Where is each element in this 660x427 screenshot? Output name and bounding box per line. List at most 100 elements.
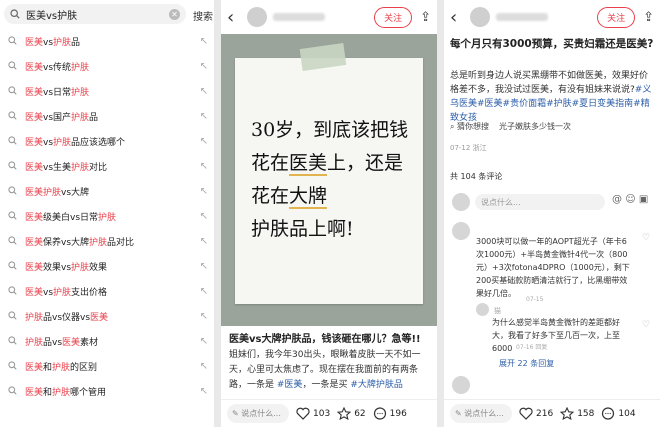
back-icon[interactable]: ‹ — [227, 7, 241, 28]
suggestion-item[interactable]: 医美vs国产护肤品 ↖ — [0, 104, 214, 129]
comment-count: 196 — [389, 408, 407, 419]
suggestion-text: 医美和护肤的区别 — [25, 363, 98, 373]
action-bar: ✎ 说点什么... 103 62 196 — [221, 399, 437, 427]
like-count: 216 — [536, 408, 554, 419]
follow-button[interactable]: 关注 — [597, 6, 636, 28]
suggestion-item[interactable]: 护肤品vs医美素材 ↖ — [0, 329, 214, 354]
reply-meta: 07-16 回复 — [516, 344, 548, 351]
post-panel-1: ‹ 关注 ⇪ 30岁，到底该把钱 花在医美上，还是 花在大牌 护肤品上啊! 医美… — [221, 0, 437, 427]
suggestion-item[interactable]: 医美护肤vs大牌 ↖ — [0, 179, 214, 204]
related-search-label[interactable]: ⌕ 猜你想搜 — [450, 121, 489, 132]
fill-arrow-icon[interactable]: ↖ — [200, 161, 208, 172]
suggestion-item[interactable]: 医美和护肤哪个管用 ↖ — [0, 379, 214, 404]
avatar[interactable] — [247, 7, 267, 27]
fill-arrow-icon[interactable]: ↖ — [200, 311, 208, 322]
search-icon — [8, 110, 17, 123]
fill-arrow-icon[interactable]: ↖ — [200, 136, 208, 147]
suggestion-text: 护肤品vs仪器vs医美 — [25, 313, 109, 323]
suggestion-list: 医美vs护肤品 ↖ 医美vs传统护肤 ↖ 医美vs日常护肤 ↖ 医美vs国产护肤品 ↖ 医美vs… — [0, 29, 214, 404]
heart-icon[interactable]: ♡ — [642, 233, 650, 243]
search-icon — [8, 385, 17, 398]
suggestion-text: 医美vs护肤支出价格 — [25, 288, 108, 298]
suggestion-item[interactable]: 医美vs护肤品 ↖ — [0, 29, 214, 54]
suggestion-item[interactable]: 医美和护肤的区别 ↖ — [0, 354, 214, 379]
collect-button[interactable]: 158 — [560, 407, 594, 420]
search-icon — [8, 310, 17, 323]
suggestion-item[interactable]: 医美级美白vs日常护肤 ↖ — [0, 204, 214, 229]
pen-icon: ✎ — [232, 409, 239, 418]
back-icon[interactable]: ‹ — [450, 7, 464, 28]
suggestion-item[interactable]: 医美vs生美护肤对比 ↖ — [0, 154, 214, 179]
suggestion-text: 护肤品vs医美素材 — [25, 338, 99, 348]
share-icon[interactable]: ⇪ — [420, 10, 431, 25]
fill-arrow-icon[interactable]: ↖ — [200, 361, 208, 372]
search-input[interactable]: 医美vs护肤 — [26, 7, 169, 22]
like-button[interactable]: 216 — [519, 407, 553, 420]
fill-arrow-icon[interactable]: ↖ — [200, 286, 208, 297]
suggestion-item[interactable]: 医美vs护肤品应该选哪个 ↖ — [0, 129, 214, 154]
username-blurred[interactable] — [496, 13, 548, 21]
hashtag-link[interactable]: #大牌护肤品 — [350, 380, 403, 390]
avatar[interactable] — [452, 222, 470, 240]
fill-arrow-icon[interactable]: ↖ — [200, 386, 208, 397]
clear-icon[interactable]: ✕ — [169, 8, 180, 20]
heart-icon[interactable]: ♡ — [642, 320, 650, 330]
fill-arrow-icon[interactable]: ↖ — [200, 261, 208, 272]
fill-arrow-icon[interactable]: ↖ — [200, 336, 208, 347]
comment-button[interactable]: 104 — [601, 407, 636, 420]
comment-input[interactable]: ✎ 说点什么... — [450, 404, 512, 423]
fill-arrow-icon[interactable]: ↖ — [200, 36, 208, 47]
username-blurred[interactable] — [273, 13, 325, 21]
comment-count: 104 — [618, 408, 636, 419]
suggestion-item[interactable]: 医美vs传统护肤 ↖ — [0, 54, 214, 79]
related-search-label-text: 猜你想搜 — [457, 122, 490, 131]
hashtag-link[interactable]: #医美 — [277, 380, 303, 390]
fill-arrow-icon[interactable]: ↖ — [200, 111, 208, 122]
suggestion-text: 医美和护肤哪个管用 — [25, 388, 107, 398]
post-image[interactable]: 30岁，到底该把钱 花在医美上，还是 花在大牌 护肤品上啊! — [221, 34, 437, 326]
share-icon[interactable]: ⇪ — [643, 10, 654, 25]
star-icon — [560, 407, 575, 420]
reply-text: 为什么感觉半岛黄金微针的差距都好大，我看了好多下至几百一次，上至6000 — [492, 318, 620, 353]
suggestion-text: 医美vs传统护肤 — [25, 63, 90, 73]
avatar[interactable] — [470, 7, 490, 27]
avatar[interactable] — [452, 376, 470, 394]
fill-arrow-icon[interactable]: ↖ — [200, 186, 208, 197]
comment-button[interactable]: 196 — [373, 407, 407, 420]
search-icon — [10, 9, 20, 19]
search-icon — [8, 260, 17, 273]
suggestion-text: 医美vs生美护肤对比 — [25, 163, 108, 173]
fill-arrow-icon[interactable]: ↖ — [200, 61, 208, 72]
suggestion-item[interactable]: 医美vs护肤支出价格 ↖ — [0, 279, 214, 304]
suggestion-item[interactable]: 医美效果vs护肤效果 ↖ — [0, 254, 214, 279]
image-text: 30岁，到底该把钱 花在医美上，还是 花在大牌 护肤品上啊! — [251, 114, 421, 246]
search-bar[interactable]: 医美vs护肤 ✕ — [4, 4, 186, 24]
collect-button[interactable]: 62 — [337, 407, 366, 420]
follow-button[interactable]: 关注 — [374, 6, 413, 28]
image-icon[interactable]: ▣ — [639, 194, 648, 205]
comment-meta: 07-15 — [526, 296, 544, 303]
at-icon[interactable]: @ — [612, 194, 622, 205]
post-title: 每个月只有3000预算，买贵妇霜还是医美? — [450, 38, 654, 50]
post-body-text: 总是听到身边人说买黑绷带不如做医美，效果好价格差不多，我没试过医美，有没有姐妹来… — [450, 71, 649, 95]
like-button[interactable]: 103 — [296, 407, 330, 420]
avatar[interactable] — [476, 303, 489, 316]
post-date: 07-12 浙江 — [450, 144, 487, 152]
related-search-item[interactable]: 光子嫩肤多少钱一次 — [499, 121, 571, 132]
search-icon — [8, 335, 17, 348]
pen-icon: ✎ — [455, 409, 462, 418]
fill-arrow-icon[interactable]: ↖ — [200, 211, 208, 222]
suggestion-item[interactable]: 医美vs日常护肤 ↖ — [0, 79, 214, 104]
comment-input[interactable]: 说点什么... — [475, 194, 605, 210]
image-line-2: 花在医美上，还是 — [251, 152, 404, 176]
search-button[interactable]: 搜索 — [193, 8, 213, 23]
search-icon — [8, 135, 17, 148]
suggestion-item[interactable]: 护肤品vs仪器vs医美 ↖ — [0, 304, 214, 329]
fill-arrow-icon[interactable]: ↖ — [200, 236, 208, 247]
reply-username[interactable]: 猫 — [494, 306, 501, 316]
suggestion-item[interactable]: 医美保养vs大牌护肤品对比 ↖ — [0, 229, 214, 254]
expand-replies-link[interactable]: 展开 22 条回复 — [499, 358, 554, 369]
fill-arrow-icon[interactable]: ↖ — [200, 86, 208, 97]
emoji-icon[interactable]: ☺ — [625, 194, 635, 205]
comment-input[interactable]: ✎ 说点什么... — [227, 404, 289, 423]
